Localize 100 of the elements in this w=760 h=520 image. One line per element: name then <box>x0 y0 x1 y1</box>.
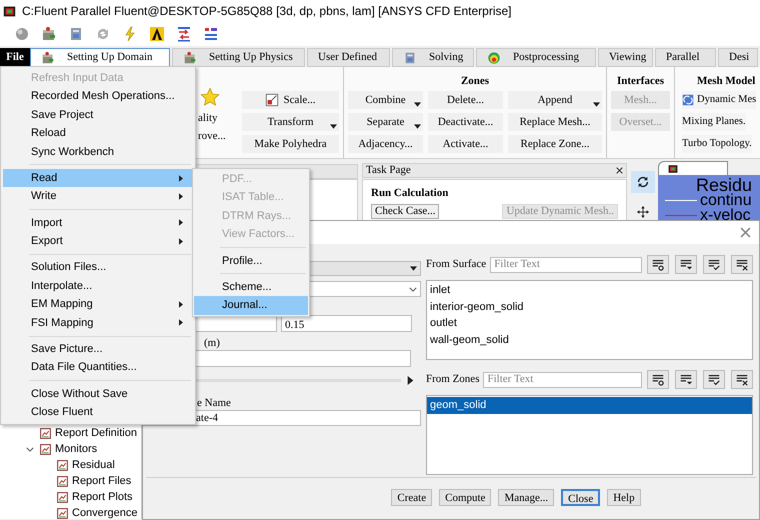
tab[interactable]: Desi <box>718 48 758 67</box>
menu-item[interactable]: FSI Mapping <box>3 314 193 332</box>
submenu-arrow-icon <box>179 193 183 200</box>
ribbon-button[interactable]: ality <box>198 109 218 127</box>
ribbon-button[interactable]: Deactivate... <box>428 113 503 131</box>
menu-item[interactable]: Export <box>3 232 193 251</box>
chevron-logo-icon[interactable] <box>149 26 165 42</box>
ribbon-button[interactable]: Dynamic Mes <box>682 91 756 109</box>
input-field[interactable]: 0.15 <box>281 315 412 332</box>
task-button[interactable]: Check Case... <box>371 204 440 218</box>
list-item[interactable]: geom_solid <box>427 397 752 414</box>
menu-item[interactable]: Reload <box>3 124 193 143</box>
dialog-button[interactable]: Create <box>391 489 432 506</box>
menu-item[interactable]: Solution Files... <box>3 258 193 277</box>
rotate-button[interactable] <box>630 171 654 193</box>
chevron-icon <box>409 286 417 292</box>
dialog-button[interactable]: Help <box>607 489 641 506</box>
submenu-arrow-icon <box>179 238 183 245</box>
filter-button[interactable] <box>675 370 697 389</box>
tree-item[interactable]: Convergence <box>72 504 138 520</box>
ribbon-button[interactable]: Make Polyhedra <box>242 135 339 153</box>
menu-item[interactable]: Read <box>3 168 193 188</box>
tree-item[interactable]: Report Definition <box>55 424 137 442</box>
filter-button[interactable] <box>647 255 669 274</box>
list-item[interactable]: interior-geom_solid <box>427 298 752 315</box>
dialog-button[interactable]: Close <box>561 489 600 506</box>
tab[interactable]: Setting Up Physics <box>172 48 305 67</box>
tree-item[interactable]: Report Plots <box>72 488 133 506</box>
tab[interactable]: User Defined <box>307 48 390 67</box>
tree-item[interactable]: Report Files <box>72 472 132 490</box>
tab[interactable]: Solving <box>392 48 474 67</box>
calculator-icon[interactable] <box>68 26 84 42</box>
tab[interactable]: Postprocessing <box>476 48 596 67</box>
filter-check-icon <box>707 258 721 272</box>
ribbon-button[interactable]: Mixing Planes. <box>682 113 746 131</box>
tab[interactable]: Setting Up Domain <box>30 48 170 67</box>
list-item[interactable]: wall-geom_solid <box>427 332 752 348</box>
list-box[interactable]: inlet interior-geom_solid outlet wall-geom_solid <box>426 280 753 360</box>
menu-item[interactable]: Sync Workbench <box>3 142 193 161</box>
close-icon <box>616 167 623 174</box>
ribbon-button[interactable]: Delete... <box>428 91 503 109</box>
menu-item[interactable]: Import <box>3 214 193 232</box>
ribbon-button: Mesh... <box>611 91 670 109</box>
menu-item[interactable]: Write <box>3 187 193 206</box>
dialog-button[interactable]: Compute <box>439 489 492 506</box>
box-icon[interactable] <box>41 26 57 42</box>
ribbon-button[interactable]: rove... <box>198 127 226 145</box>
filter-button[interactable] <box>647 370 669 389</box>
filter-button[interactable] <box>731 255 753 274</box>
menu-item[interactable]: Save Picture... <box>3 340 193 358</box>
menu-item[interactable]: Interpolate... <box>3 276 193 296</box>
filter-button[interactable] <box>675 255 697 274</box>
filter-button[interactable] <box>703 370 725 389</box>
filter-field[interactable]: Filter Text <box>483 372 642 388</box>
list-item[interactable]: outlet <box>427 315 752 332</box>
dialog-button[interactable]: Manage... <box>498 489 554 506</box>
list-box[interactable]: geom_solid <box>426 395 753 475</box>
menu-item: View Factors... <box>221 227 296 242</box>
submenu-arrow-icon <box>179 219 183 226</box>
report-icon <box>39 442 52 456</box>
ribbon-button[interactable]: Combine <box>348 91 423 109</box>
filter-field[interactable]: Filter Text <box>490 256 642 272</box>
sphere-icon[interactable] <box>14 26 30 42</box>
menu-item[interactable]: Profile... <box>194 252 308 270</box>
ribbon-button[interactable]: Replace Mesh... <box>508 113 602 131</box>
tree-item[interactable]: Residual <box>72 456 115 474</box>
graphics-tab[interactable] <box>658 161 728 175</box>
menu-item[interactable]: Scheme... <box>194 278 308 296</box>
tab[interactable]: Viewing <box>598 48 653 67</box>
ribbon-button[interactable]: Adjacency... <box>348 135 423 153</box>
panel-title: Task Page <box>366 163 411 178</box>
app-logo-icon <box>3 4 16 18</box>
tab[interactable]: Parallel <box>655 48 716 67</box>
file-menu-button[interactable]: File <box>0 48 30 67</box>
close-button[interactable] <box>616 167 623 174</box>
filter-button[interactable] <box>703 255 725 274</box>
ribbon-button[interactable]: Separate <box>348 113 423 131</box>
menu-item[interactable]: Save Project <box>3 106 193 124</box>
ribbon-button[interactable]: Turbo Topology. <box>682 135 752 153</box>
lines-icon[interactable] <box>203 26 219 42</box>
ribbon-button[interactable]: Replace Zone... <box>508 135 602 153</box>
legend-title: Residu <box>696 177 752 193</box>
field-label: From Surface <box>426 257 486 272</box>
swap-icon[interactable] <box>176 26 192 42</box>
ribbon-button[interactable]: Append <box>508 91 602 109</box>
menu-item[interactable]: Data File Quantities... <box>3 358 193 377</box>
menu-item[interactable]: Journal... <box>194 296 308 315</box>
ribbon-button[interactable]: Activate... <box>428 135 503 153</box>
filter-button[interactable] <box>731 370 753 389</box>
menu-item[interactable]: EM Mapping <box>3 295 193 314</box>
ribbon-button[interactable]: Transform <box>242 113 339 131</box>
filter-clear-icon <box>735 372 749 386</box>
menu-item[interactable]: Close Without Save <box>3 384 193 404</box>
list-item[interactable]: inlet <box>427 282 752 298</box>
chevron-icon[interactable] <box>26 446 34 452</box>
play-arrow-icon[interactable] <box>407 376 414 384</box>
ribbon-button[interactable]: Scale... <box>242 91 339 109</box>
menu-item[interactable]: Recorded Mesh Operations... <box>3 87 193 106</box>
tree-item[interactable]: Monitors <box>55 440 98 458</box>
calculator-icon <box>403 50 417 64</box>
